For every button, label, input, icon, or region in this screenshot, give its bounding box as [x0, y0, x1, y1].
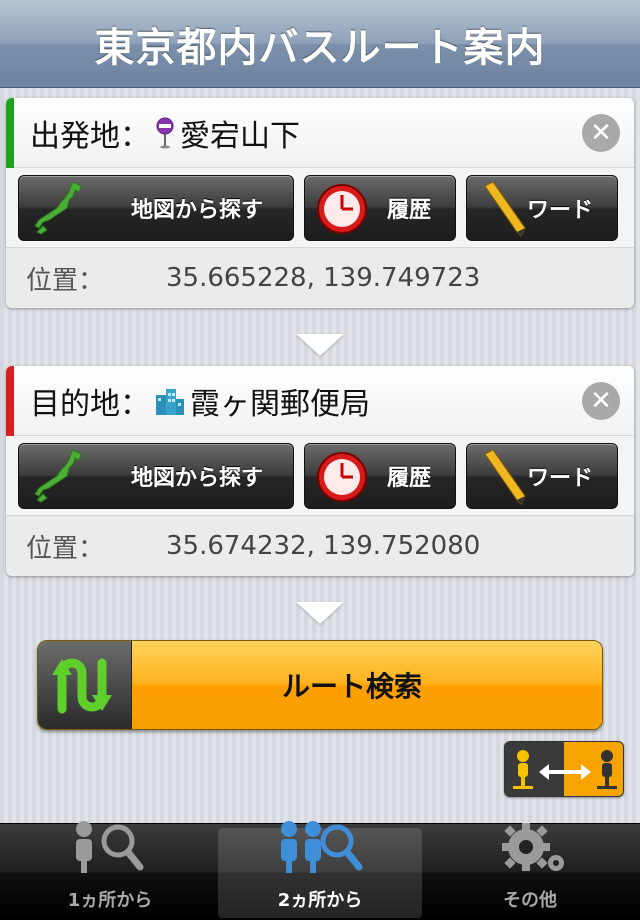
route-search-button[interactable]: ルート検索	[37, 640, 603, 730]
origin-position-row: 位置： 35.665228, 139.749723	[6, 248, 634, 308]
clock-icon	[315, 182, 369, 242]
gear-icon	[490, 819, 570, 882]
app-header: 東京都内バスルート案内	[0, 0, 640, 88]
destination-clear-button[interactable]: ✕	[582, 382, 620, 420]
tab-other[interactable]: その他	[428, 823, 632, 918]
origin-word-button[interactable]: ワード	[466, 174, 618, 244]
origin-title-row: 出発地： 愛宕山下 ✕	[6, 98, 634, 168]
destination-word-button[interactable]: ワード	[466, 442, 618, 512]
destination-label: 目的地：	[30, 386, 150, 422]
destination-stripe	[6, 366, 14, 436]
route-search-label: ルート検索	[132, 641, 602, 729]
person-search-icon	[70, 819, 150, 882]
tab-two-locations-label: 2ヵ所から	[277, 890, 363, 911]
destination-word-label: ワード	[526, 465, 593, 491]
swap-locations-button[interactable]	[504, 741, 624, 797]
origin-button-row: 地図から探す 履歴 ワード	[6, 168, 634, 248]
japan-map-icon	[29, 178, 91, 246]
tab-other-label: その他	[503, 890, 557, 911]
origin-label: 出発地：	[30, 118, 150, 154]
destination-position-value: 35.674232, 139.752080	[166, 531, 481, 561]
origin-word-label: ワード	[526, 197, 593, 223]
destination-panel: 目的地： 霞ヶ関郵便局 ✕ 地図から探す 履歴 ワード 位置： 35.67423…	[6, 366, 634, 576]
destination-map-search-label: 地図から探す	[130, 465, 263, 491]
destination-title-row: 目的地： 霞ヶ関郵便局 ✕	[6, 366, 634, 436]
destination-history-label: 履歴	[386, 465, 431, 491]
origin-position-value: 35.665228, 139.749723	[166, 263, 481, 293]
building-icon	[154, 385, 186, 417]
pencil-icon	[477, 448, 533, 512]
people-search-icon	[275, 819, 365, 882]
origin-position-label: 位置：	[26, 265, 105, 296]
japan-map-icon	[29, 446, 91, 514]
origin-place-name[interactable]: 愛宕山下	[180, 111, 300, 155]
destination-place-name[interactable]: 霞ヶ関郵便局	[190, 379, 370, 423]
destination-position-label: 位置：	[26, 533, 105, 564]
route-icon	[38, 641, 132, 729]
origin-history-label: 履歴	[386, 197, 431, 223]
origin-map-search-label: 地図から探す	[130, 197, 263, 223]
origin-clear-button[interactable]: ✕	[582, 114, 620, 152]
clock-icon	[315, 450, 369, 510]
down-arrow-icon	[296, 334, 344, 356]
page-title: 東京都内バスルート案内	[94, 24, 546, 71]
destination-map-search-button[interactable]: 地図から探す	[18, 442, 294, 509]
bus-stop-icon	[154, 117, 176, 149]
tab-two-locations[interactable]: 2ヵ所から	[218, 821, 422, 918]
origin-stripe	[6, 98, 14, 168]
tab-one-location-label: 1ヵ所から	[67, 890, 153, 911]
destination-history-button[interactable]: 履歴	[304, 442, 456, 510]
down-arrow-icon	[296, 602, 344, 624]
tab-one-location[interactable]: 1ヵ所から	[8, 821, 212, 918]
origin-map-search-button[interactable]: 地図から探す	[18, 174, 294, 241]
swap-arrows-icon	[513, 750, 617, 789]
destination-button-row: 地図から探す 履歴 ワード	[6, 436, 634, 516]
tab-bar: 1ヵ所から 2ヵ所から その他	[0, 821, 640, 920]
origin-history-button[interactable]: 履歴	[304, 174, 456, 242]
pencil-icon	[477, 180, 533, 244]
destination-position-row: 位置： 35.674232, 139.752080	[6, 516, 634, 576]
origin-panel: 出発地： 愛宕山下 ✕ 地図から探す 履歴 ワード 位置： 35.665228,…	[6, 98, 634, 308]
